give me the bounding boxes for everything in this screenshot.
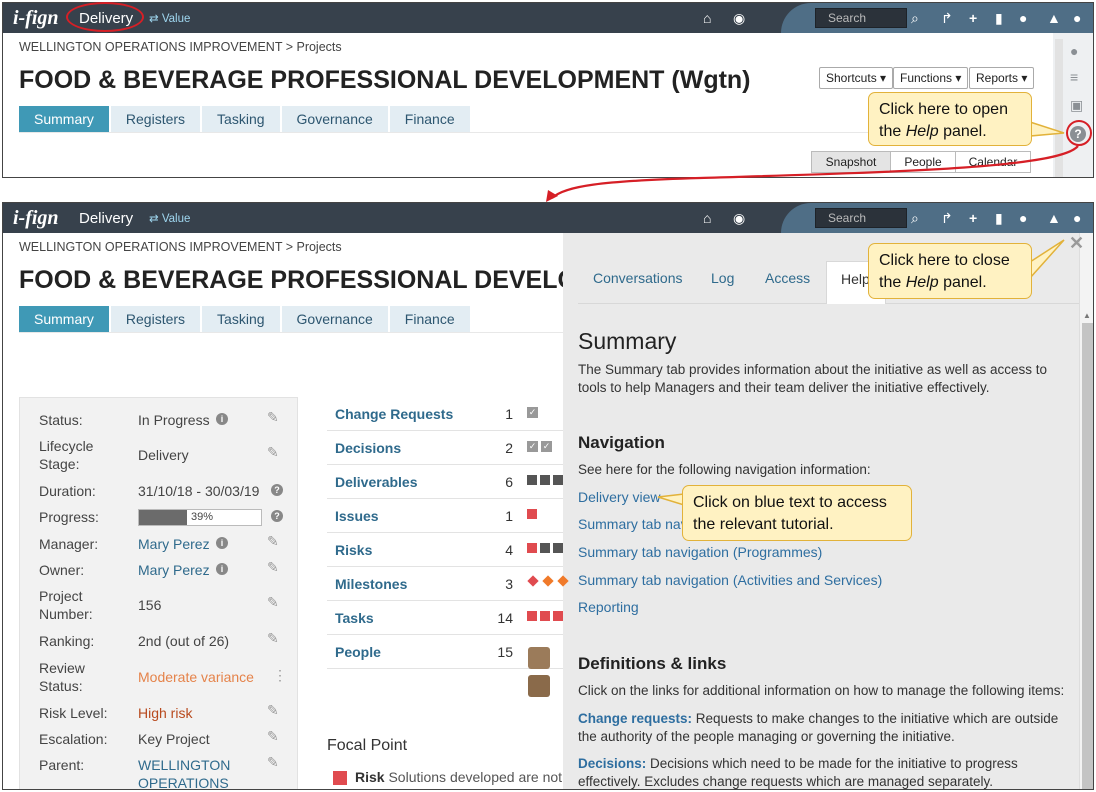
callout-text: the <box>879 274 902 291</box>
callout-open-help: Click here to open the Help panel. <box>868 92 1032 146</box>
callout-blue-text: Click on blue text to access the relevan… <box>682 485 912 541</box>
callout-text: the <box>879 123 902 140</box>
callout-text: panel. <box>943 274 987 291</box>
callout-text: Help <box>905 123 939 140</box>
callout-text: Click here to open <box>879 101 1008 118</box>
callout-text: the relevant tutorial. <box>693 516 834 533</box>
callout-text: Help <box>905 274 939 291</box>
callout-text: Click here to close <box>879 252 1010 269</box>
callout-text: panel. <box>943 123 987 140</box>
callout-close-help: Click here to close the Help panel. <box>868 243 1032 299</box>
callout-text: Click on blue text to access <box>693 494 887 511</box>
